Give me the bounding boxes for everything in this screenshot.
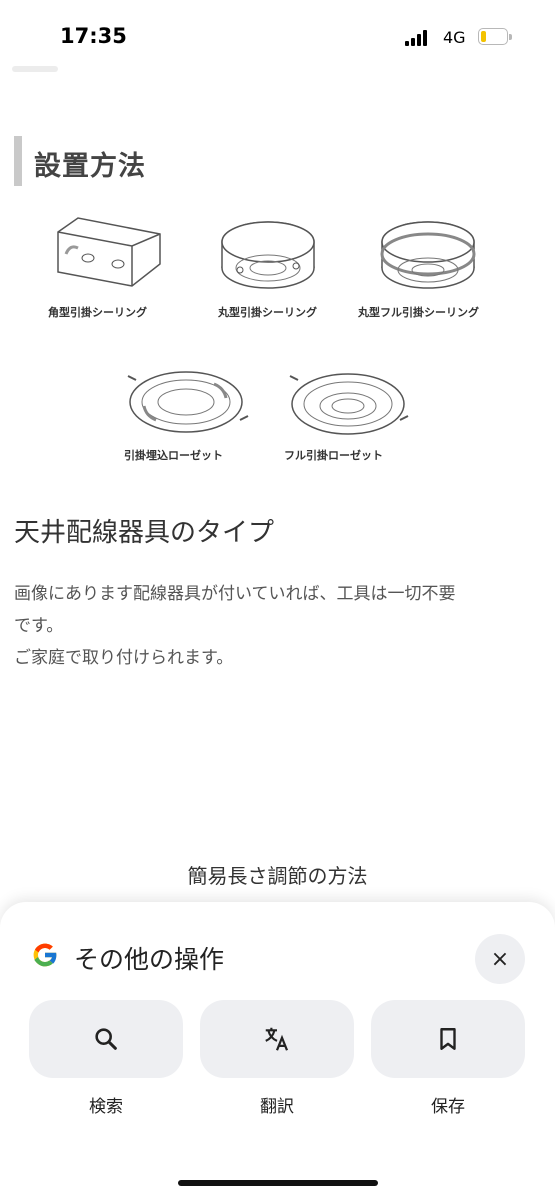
description-line: 画像にあります配線器具が付いていれば、工具は一切不要 <box>14 584 456 604</box>
round-full-ceiling-fixture-image <box>378 218 478 294</box>
translate-button[interactable] <box>200 1000 354 1078</box>
fixture-label: 丸型引掛シーリング <box>218 306 317 319</box>
description-line: ご家庭で取り付けられます。 <box>14 648 234 668</box>
search-label: 検索 <box>89 1097 123 1117</box>
description-body: 画像にあります配線器具が付いていれば、工具は一切不要 です。 ご家庭で取り付けら… <box>14 578 539 674</box>
battery-icon <box>478 28 512 46</box>
network-label: 4G <box>443 28 466 47</box>
status-time: 17:35 <box>60 24 127 48</box>
full-rosette-fixture-image <box>284 364 412 442</box>
description-line: です。 <box>14 616 64 636</box>
search-icon <box>95 1028 117 1050</box>
search-button[interactable] <box>29 1000 183 1078</box>
bookmark-icon <box>440 1028 456 1050</box>
sub-heading: 簡易長さ調節の方法 <box>187 864 368 888</box>
save-button[interactable] <box>371 1000 525 1078</box>
round-ceiling-fixture-image <box>218 218 318 294</box>
signal-icon <box>405 30 435 46</box>
translate-label: 翻訳 <box>260 1097 294 1117</box>
section-accent-bar <box>14 136 22 186</box>
fixture-label: フル引掛ローゼット <box>284 449 383 462</box>
fixture-label: 丸型フル引掛シーリング <box>358 306 479 319</box>
embedded-rosette-fixture-image <box>122 364 252 442</box>
save-label: 保存 <box>431 1097 465 1117</box>
sheet-title: その他の操作 <box>74 945 225 974</box>
close-button[interactable]: × <box>475 934 525 984</box>
close-icon: × <box>490 946 510 972</box>
description-heading: 天井配線器具のタイプ <box>14 518 275 548</box>
home-indicator[interactable] <box>178 1180 378 1186</box>
google-logo-icon <box>30 940 60 970</box>
fixture-label: 引掛埋込ローゼット <box>124 449 223 462</box>
square-ceiling-fixture-image <box>48 214 168 294</box>
translate-icon <box>265 1027 289 1051</box>
more-actions-sheet: その他の操作 × 検索 翻訳 保存 <box>0 902 555 1200</box>
status-bar: 17:35 4G <box>0 0 555 72</box>
section-title: 設置方法 <box>34 151 146 182</box>
scroll-remnant <box>12 66 58 72</box>
fixture-label: 角型引掛シーリング <box>48 306 147 319</box>
